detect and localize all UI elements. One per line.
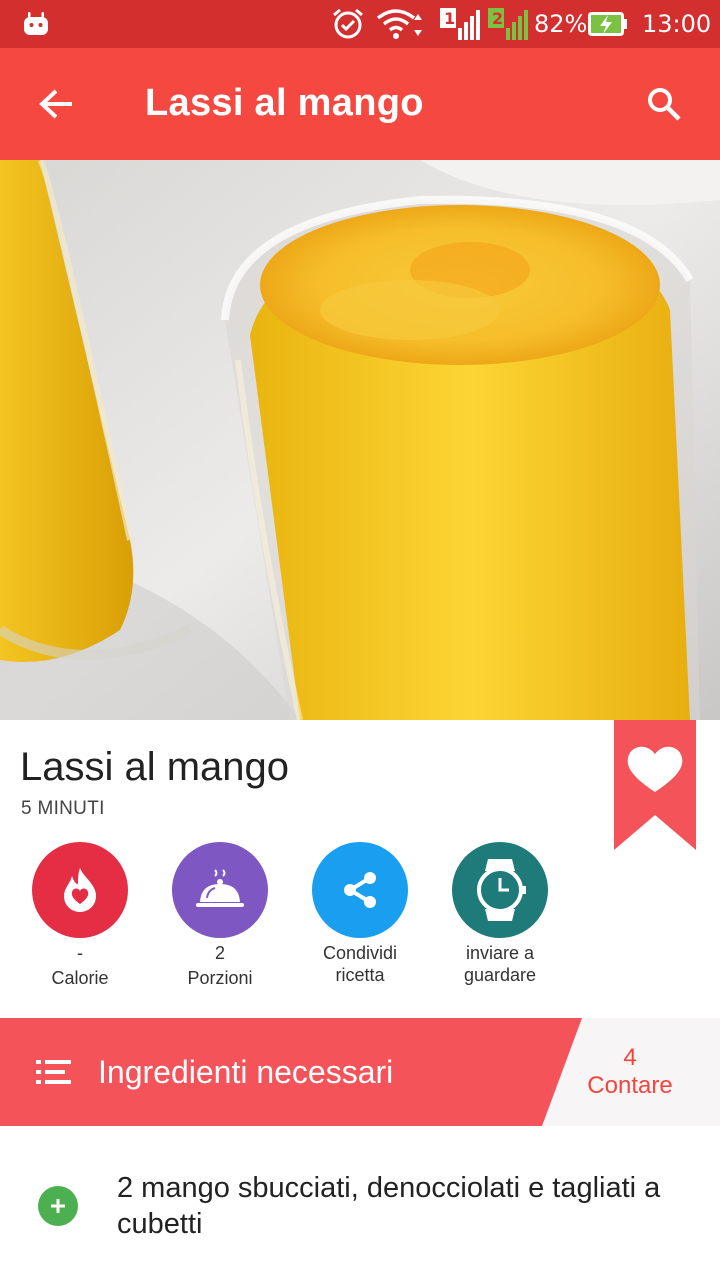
list-icon	[36, 1058, 72, 1091]
search-button[interactable]	[638, 78, 690, 130]
share-recipe-action[interactable]: Condividi ricetta	[290, 842, 430, 986]
share-label-line1: Condividi	[322, 943, 398, 963]
servings-label: Porzioni	[187, 968, 253, 988]
ingredients-title: Ingredienti necessari	[98, 1054, 394, 1090]
flame-heart-icon	[32, 842, 128, 938]
recipe-title: Lassi al mango	[20, 745, 290, 789]
recipe-time: 5 MINUTI	[21, 798, 105, 819]
list-item: 2 mango sbucciati, denocciolati e taglia…	[0, 1150, 720, 1280]
back-button[interactable]	[30, 78, 82, 130]
calories-value: -	[77, 943, 83, 963]
android-notification-icon	[22, 0, 50, 48]
watch-label-line2: guardare	[463, 965, 537, 985]
watch-label-line1: inviare a	[465, 943, 535, 963]
ingredient-count: 4 Contare	[580, 1044, 680, 1100]
servings-action[interactable]: 2 Porzioni	[150, 842, 290, 989]
share-label-line2: ricetta	[335, 965, 385, 985]
alarm-icon	[330, 0, 366, 48]
sim1-label: 1	[444, 9, 455, 28]
recipe-photo	[0, 160, 720, 720]
send-to-watch-action[interactable]: inviare a guardare	[430, 842, 570, 986]
app-bar: Lassi al mango	[0, 48, 720, 160]
calories-label: Calorie	[51, 968, 109, 988]
add-ingredient-button[interactable]	[38, 1186, 78, 1226]
favorite-bookmark-button[interactable]	[614, 720, 696, 850]
calories-action[interactable]: - Calorie	[10, 842, 150, 989]
ingredient-count-label: Contare	[587, 1072, 673, 1099]
servings-value: 2	[214, 943, 225, 963]
battery-percent: 82%	[534, 10, 588, 38]
search-icon	[648, 88, 681, 121]
battery-charging-icon	[588, 0, 628, 48]
arrow-back-icon	[39, 89, 72, 119]
serving-dish-icon	[172, 842, 268, 938]
sim2-label: 2	[492, 9, 503, 28]
wifi-icon	[376, 0, 424, 48]
signal-sim2-icon: 2	[488, 0, 528, 48]
ingredients-header: Ingredienti necessari 4 Contare	[0, 1018, 720, 1126]
watch-icon	[452, 842, 548, 938]
ingredient-count-value: 4	[623, 1044, 637, 1071]
share-icon	[312, 842, 408, 938]
heart-bookmark-icon	[614, 720, 696, 850]
plus-icon	[51, 1199, 65, 1213]
ingredient-text: 2 mango sbucciati, denocciolati e taglia…	[117, 1172, 661, 1240]
page-title: Lassi al mango	[145, 82, 424, 124]
signal-sim1-icon: 1	[440, 0, 480, 48]
clock: 13:00	[642, 10, 712, 38]
status-bar: 1 2 82% 13:00	[0, 0, 720, 48]
